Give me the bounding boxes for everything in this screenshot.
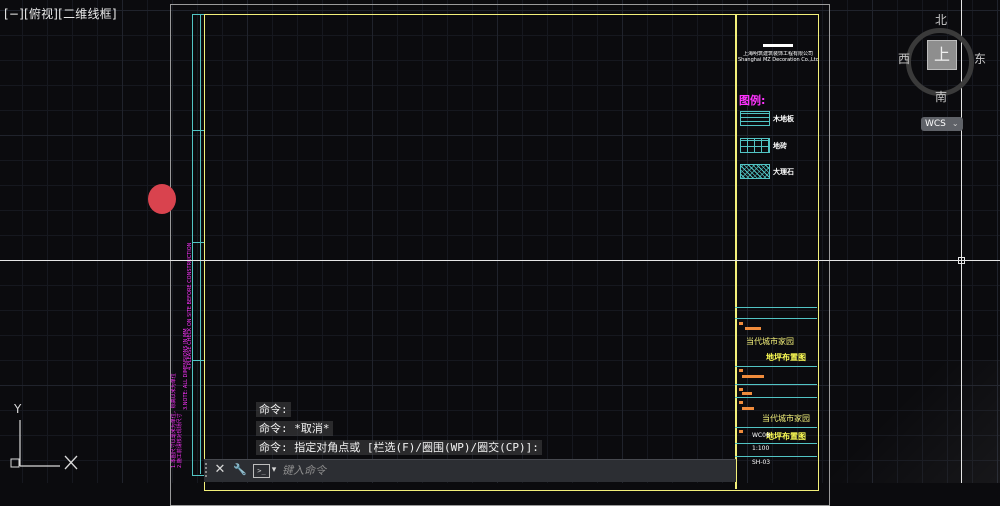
orange-mark xyxy=(742,407,754,410)
binding-tick xyxy=(192,130,204,131)
drawing-frame xyxy=(204,14,819,491)
crosshair-pickbox xyxy=(958,257,965,264)
wcs-menu-button[interactable]: WCS ⌄ xyxy=(921,117,963,131)
title-block-rule xyxy=(735,443,817,444)
viewcube-south[interactable]: 南 xyxy=(935,88,947,105)
command-prompt-icon[interactable]: >_ xyxy=(253,464,270,478)
sheet-number: SH-03 xyxy=(752,459,771,466)
company-block: 上海明筑建筑装饰工程有限公司 Shanghai MZ Decoration Co… xyxy=(738,44,818,63)
legend-label: 木地板 xyxy=(773,115,794,123)
drawing-code: WC08 xyxy=(752,432,770,439)
title-block-rule xyxy=(735,384,817,385)
viewport-controls-label[interactable]: [−][俯视][二维线框] xyxy=(4,5,117,22)
title-block-rule xyxy=(735,397,817,398)
orange-mark xyxy=(742,375,764,378)
binding-strip-inner-line xyxy=(200,14,201,474)
command-history-line: 命令: xyxy=(256,402,291,417)
ucs-y-label: Y xyxy=(14,402,22,416)
marble-hatch-icon xyxy=(740,164,770,179)
wcs-label: WCS xyxy=(925,119,946,129)
title-block-rule xyxy=(735,318,817,319)
legend-label: 地砖 xyxy=(773,142,787,150)
blurred-corner xyxy=(820,360,1000,483)
orange-mark xyxy=(742,392,752,395)
viewcube-top-face[interactable]: 上 xyxy=(927,40,957,70)
command-history-line: 命令: 指定对角点或 [栏选(F)/圈围(WP)/圈交(CP)]: xyxy=(256,440,542,455)
title-block-rule xyxy=(735,307,817,308)
floor-tile-grid-icon xyxy=(740,138,770,153)
title-block-rule xyxy=(735,366,817,367)
viewcube-north[interactable]: 北 xyxy=(935,11,947,28)
command-input[interactable] xyxy=(282,461,722,479)
binding-tick xyxy=(192,242,204,243)
drawing-scale: 1:100 xyxy=(752,445,770,452)
chevron-down-icon: ⌄ xyxy=(951,119,959,128)
close-icon[interactable]: ✕ xyxy=(212,459,228,481)
viewcube-west[interactable]: 西 xyxy=(898,50,910,67)
title-block-rule xyxy=(735,456,817,457)
drawing-name: 地坪布置图 xyxy=(766,353,806,362)
vertical-note: 2.施工前请核对现场尺寸 xyxy=(177,413,183,468)
drawing-name: 地坪布置图 xyxy=(766,432,806,441)
binding-tick xyxy=(192,360,204,361)
legend-label: 大理石 xyxy=(773,168,794,176)
orange-mark xyxy=(739,388,743,391)
orange-mark xyxy=(745,327,761,330)
legend-title: 图例: xyxy=(739,94,766,107)
red-marker-dot xyxy=(148,184,176,214)
viewcube-east[interactable]: 东 xyxy=(974,50,986,67)
orange-mark xyxy=(739,430,743,433)
project-name: 当代城市家园 xyxy=(762,414,810,423)
orange-mark xyxy=(739,369,743,372)
title-block-rule xyxy=(735,427,817,428)
project-name: 当代城市家园 xyxy=(746,337,794,346)
crosshair-horizontal xyxy=(0,260,1000,261)
wrench-icon[interactable]: 🔧 xyxy=(231,459,249,481)
company-logo-bar xyxy=(763,44,793,47)
command-history-line: 命令: *取消* xyxy=(256,421,333,436)
title-block-divider xyxy=(735,14,737,489)
company-name-en: Shanghai MZ Decoration Co.,Ltd xyxy=(738,57,818,63)
wood-floor-hatch-icon xyxy=(740,111,770,126)
recent-commands-dropdown-icon[interactable]: ▾ xyxy=(269,459,279,481)
orange-mark xyxy=(739,401,743,404)
vertical-note: 4.PLEASE CHECK ON SITE BEFORE CONSTRUCTI… xyxy=(187,242,193,370)
orange-mark xyxy=(739,322,743,325)
